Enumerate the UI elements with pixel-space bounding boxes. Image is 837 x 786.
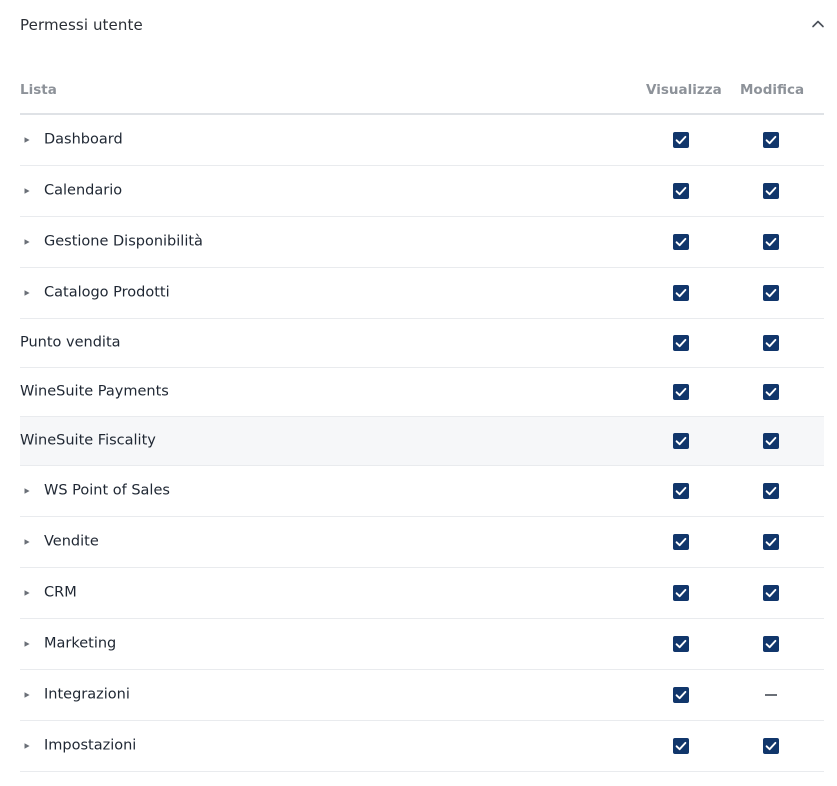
view-checkbox[interactable] bbox=[673, 585, 689, 601]
checkmark-icon bbox=[763, 534, 779, 550]
column-header-view: Visualizza bbox=[646, 82, 722, 98]
view-checkbox[interactable] bbox=[673, 234, 689, 250]
checkmark-icon bbox=[763, 738, 779, 754]
edit-checkbox[interactable] bbox=[763, 335, 779, 351]
view-checkbox[interactable] bbox=[673, 335, 689, 351]
expand-row-triangle-right-icon[interactable] bbox=[21, 587, 33, 599]
row-label: Marketing bbox=[44, 635, 117, 652]
checkmark-icon bbox=[673, 687, 689, 703]
checkmark-icon bbox=[673, 183, 689, 199]
checkmark-icon bbox=[763, 433, 779, 449]
table-row: Vendite bbox=[20, 517, 824, 568]
table-row: WS Point of Sales bbox=[20, 466, 824, 517]
column-header-edit: Modifica bbox=[740, 82, 805, 98]
checkmark-icon bbox=[763, 183, 779, 199]
table-row: Dashboard bbox=[20, 115, 824, 166]
view-checkbox[interactable] bbox=[673, 738, 689, 754]
table-row: WineSuite Payments bbox=[20, 368, 824, 417]
edit-checkbox[interactable] bbox=[763, 636, 779, 652]
table-row: Catalogo Prodotti bbox=[20, 268, 824, 319]
checkmark-icon bbox=[763, 483, 779, 499]
row-label: WS Point of Sales bbox=[44, 482, 170, 499]
table-body: Dashboard Calendario Gestione Disponibilit… bbox=[20, 115, 824, 772]
edit-checkbox[interactable] bbox=[763, 384, 779, 400]
checkmark-icon bbox=[673, 534, 689, 550]
table-row: Integrazioni bbox=[20, 670, 824, 721]
view-checkbox[interactable] bbox=[673, 183, 689, 199]
edit-checkbox[interactable] bbox=[763, 234, 779, 250]
expand-row-triangle-right-icon[interactable] bbox=[21, 536, 33, 548]
checkmark-icon bbox=[673, 636, 689, 652]
row-label: Impostazioni bbox=[44, 737, 137, 754]
table-header: Lista Visualizza Modifica bbox=[20, 66, 824, 115]
checkmark-icon bbox=[673, 335, 689, 351]
edit-checkbox[interactable] bbox=[763, 132, 779, 148]
expand-row-triangle-right-icon[interactable] bbox=[21, 485, 33, 497]
permissions-table: Lista Visualizza Modifica Dashboard Calen… bbox=[20, 66, 824, 772]
column-header-list: Lista bbox=[20, 82, 57, 98]
view-checkbox[interactable] bbox=[673, 433, 689, 449]
row-label: Calendario bbox=[44, 182, 123, 199]
edit-checkbox[interactable] bbox=[763, 534, 779, 550]
view-checkbox[interactable] bbox=[673, 636, 689, 652]
checkmark-icon bbox=[673, 483, 689, 499]
view-checkbox[interactable] bbox=[673, 534, 689, 550]
table-row: CRM bbox=[20, 568, 824, 619]
row-label: Integrazioni bbox=[44, 686, 130, 703]
collapse-button[interactable] bbox=[808, 14, 828, 34]
expand-row-triangle-right-icon[interactable] bbox=[21, 134, 33, 146]
expand-row-triangle-right-icon[interactable] bbox=[21, 740, 33, 752]
row-label: Vendite bbox=[44, 533, 99, 550]
table-row: WineSuite Fiscality bbox=[20, 417, 824, 466]
dash-icon bbox=[765, 694, 777, 696]
edit-checkbox[interactable] bbox=[763, 738, 779, 754]
panel-header[interactable]: Permessi utente bbox=[20, 0, 830, 52]
view-checkbox[interactable] bbox=[673, 132, 689, 148]
expand-row-triangle-right-icon[interactable] bbox=[21, 689, 33, 701]
checkmark-icon bbox=[763, 384, 779, 400]
checkmark-icon bbox=[673, 234, 689, 250]
user-permissions-panel: Permessi utente Lista Visualizza Modific… bbox=[0, 0, 837, 786]
row-label: Catalogo Prodotti bbox=[44, 284, 170, 301]
table-row: Calendario bbox=[20, 166, 824, 217]
row-label: Gestione Disponibilità bbox=[44, 233, 203, 250]
edit-checkbox[interactable] bbox=[763, 433, 779, 449]
view-checkbox[interactable] bbox=[673, 483, 689, 499]
checkmark-icon bbox=[763, 132, 779, 148]
checkmark-icon bbox=[673, 132, 689, 148]
row-label: WineSuite Payments bbox=[20, 383, 169, 400]
edit-checkbox[interactable] bbox=[763, 483, 779, 499]
checkmark-icon bbox=[763, 636, 779, 652]
panel-title: Permessi utente bbox=[20, 16, 143, 34]
row-label: Punto vendita bbox=[20, 334, 121, 351]
expand-row-triangle-right-icon[interactable] bbox=[21, 638, 33, 650]
checkmark-icon bbox=[763, 335, 779, 351]
table-row: Punto vendita bbox=[20, 319, 824, 368]
edit-checkbox[interactable] bbox=[763, 285, 779, 301]
table-row: Gestione Disponibilità bbox=[20, 217, 824, 268]
checkmark-icon bbox=[673, 738, 689, 754]
checkmark-icon bbox=[763, 585, 779, 601]
row-label: CRM bbox=[44, 584, 77, 601]
checkmark-icon bbox=[673, 433, 689, 449]
row-label: WineSuite Fiscality bbox=[20, 432, 156, 449]
checkmark-icon bbox=[763, 234, 779, 250]
checkmark-icon bbox=[763, 285, 779, 301]
checkmark-icon bbox=[673, 585, 689, 601]
expand-row-triangle-right-icon[interactable] bbox=[21, 185, 33, 197]
expand-row-triangle-right-icon[interactable] bbox=[21, 236, 33, 248]
edit-checkbox[interactable] bbox=[763, 585, 779, 601]
view-checkbox[interactable] bbox=[673, 384, 689, 400]
expand-row-triangle-right-icon[interactable] bbox=[21, 287, 33, 299]
chevron-up-icon bbox=[808, 14, 828, 34]
checkmark-icon bbox=[673, 285, 689, 301]
edit-checkbox[interactable] bbox=[763, 183, 779, 199]
table-row: Impostazioni bbox=[20, 721, 824, 772]
view-checkbox[interactable] bbox=[673, 687, 689, 703]
checkmark-icon bbox=[673, 384, 689, 400]
view-checkbox[interactable] bbox=[673, 285, 689, 301]
row-label: Dashboard bbox=[44, 131, 123, 148]
table-row: Marketing bbox=[20, 619, 824, 670]
